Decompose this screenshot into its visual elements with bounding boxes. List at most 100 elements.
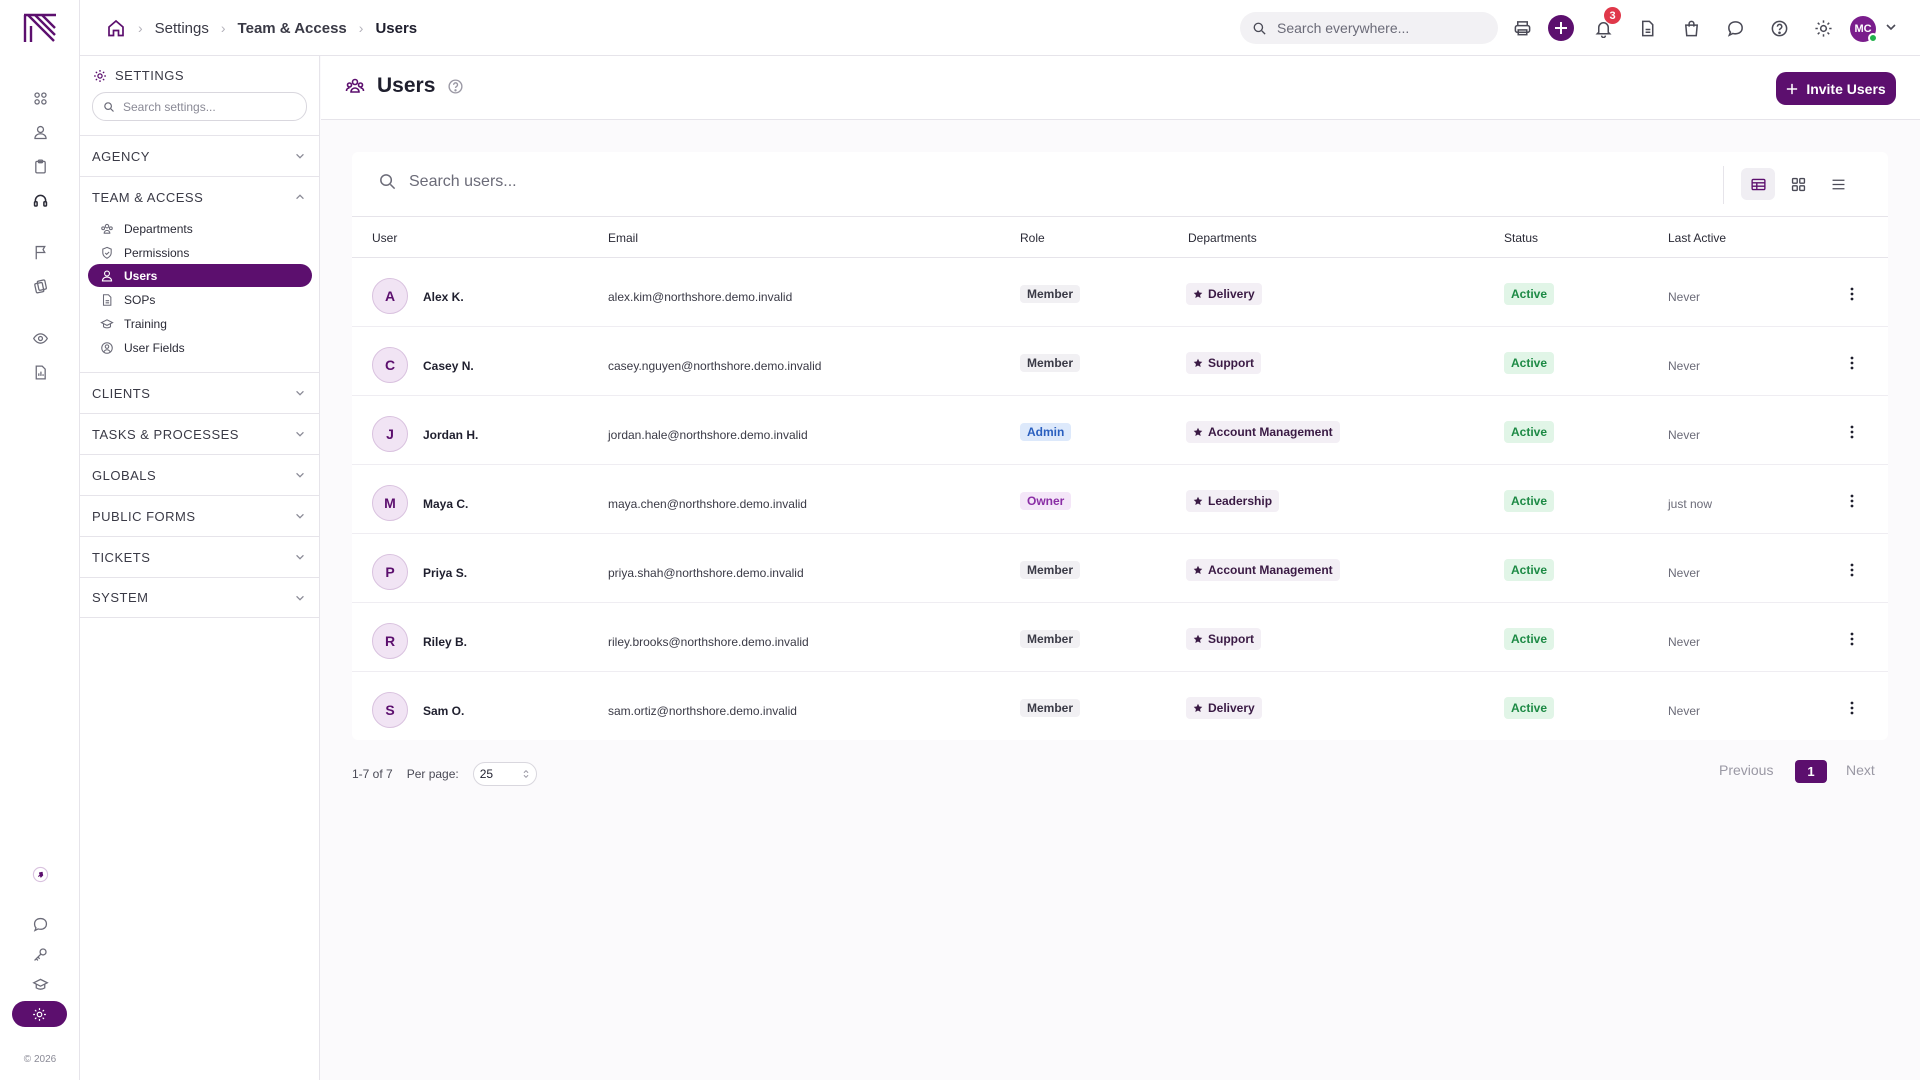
help-icon[interactable] bbox=[447, 78, 464, 95]
plus-icon bbox=[1787, 83, 1798, 94]
sidebar-item-sops[interactable]: SOPs bbox=[88, 288, 312, 311]
printer-icon[interactable] bbox=[1510, 16, 1534, 40]
more-options-icon[interactable] bbox=[1842, 627, 1862, 651]
user-name[interactable]: Priya S. bbox=[423, 566, 467, 580]
chevron-down-icon bbox=[296, 513, 304, 519]
quick-add-button[interactable] bbox=[1548, 15, 1574, 41]
grid-view-button[interactable] bbox=[1781, 168, 1815, 200]
pagination-range: 1-7 of 7 bbox=[352, 767, 393, 781]
clipboard-icon[interactable] bbox=[28, 154, 52, 178]
table-row[interactable]: J Jordan H. jordan.hale@northshore.demo.in… bbox=[352, 396, 1888, 465]
chevron-up-icon bbox=[296, 194, 304, 200]
invite-users-button[interactable]: Invite Users bbox=[1776, 72, 1896, 105]
sidebar-item-permissions[interactable]: Permissions bbox=[88, 241, 312, 264]
section-globals[interactable]: GLOBALS bbox=[80, 454, 320, 495]
section-label: TASKS & PROCESSES bbox=[92, 426, 239, 442]
sidebar-item-users[interactable]: Users bbox=[88, 264, 312, 287]
section-tickets[interactable]: TICKETS bbox=[80, 536, 320, 577]
department-label: Delivery bbox=[1208, 701, 1255, 715]
section-team-access[interactable]: TEAM & ACCESS bbox=[80, 176, 320, 217]
section-clients[interactable]: CLIENTS bbox=[80, 372, 320, 413]
document-icon[interactable] bbox=[1635, 16, 1659, 40]
more-options-icon[interactable] bbox=[1842, 351, 1862, 375]
more-options-icon[interactable] bbox=[1842, 489, 1862, 513]
sidebar-item-departments[interactable]: Departments bbox=[88, 217, 312, 240]
page-title-text: Users bbox=[377, 74, 436, 97]
column-header-departments[interactable]: Departments bbox=[1188, 231, 1257, 245]
more-options-icon[interactable] bbox=[1842, 282, 1862, 306]
table-row[interactable]: R Riley B. riley.brooks@northshore.demo.in… bbox=[352, 603, 1888, 672]
more-options-icon[interactable] bbox=[1842, 696, 1862, 720]
department-tag: Delivery bbox=[1186, 697, 1262, 719]
per-page-select[interactable]: 25 bbox=[472, 762, 537, 786]
settings-search[interactable] bbox=[92, 92, 307, 121]
section-public-forms[interactable]: PUBLIC FORMS bbox=[80, 495, 320, 536]
sort-arrows-icon bbox=[523, 769, 529, 779]
column-header-last-active[interactable]: Last Active bbox=[1668, 231, 1726, 245]
gear-icon[interactable] bbox=[1811, 16, 1835, 40]
user-avatar: C bbox=[372, 347, 408, 383]
dashboard-icon[interactable] bbox=[28, 86, 52, 110]
user-search[interactable] bbox=[378, 172, 1009, 191]
section-agency[interactable]: AGENCY bbox=[80, 135, 320, 176]
headset-icon[interactable] bbox=[28, 188, 52, 212]
previous-page-button[interactable]: Previous bbox=[1719, 762, 1773, 778]
department-tag: Account Management bbox=[1186, 559, 1340, 581]
table-row[interactable]: S Sam O. sam.ortiz@northshore.demo.invalid… bbox=[352, 672, 1888, 741]
global-search[interactable] bbox=[1240, 12, 1498, 44]
settings-nav-button[interactable] bbox=[12, 1001, 67, 1027]
rocket-icon[interactable] bbox=[28, 862, 52, 886]
table-row[interactable]: M Maya C. maya.chen@northshore.demo.invali… bbox=[352, 465, 1888, 534]
breadcrumb-team-access[interactable]: Team & Access bbox=[238, 20, 347, 37]
sidebar-item-label: Users bbox=[124, 268, 158, 283]
more-options-icon[interactable] bbox=[1842, 558, 1862, 582]
more-options-icon[interactable] bbox=[1842, 420, 1862, 444]
report-icon[interactable] bbox=[28, 360, 52, 384]
copy-icon[interactable] bbox=[28, 274, 52, 298]
section-tasks-processes[interactable]: TASKS & PROCESSES bbox=[80, 413, 320, 454]
users-icon bbox=[345, 78, 365, 93]
key-icon[interactable] bbox=[28, 942, 52, 966]
breadcrumb-settings[interactable]: Settings bbox=[155, 20, 209, 37]
last-active: Never bbox=[1668, 635, 1701, 649]
sidebar-item-user-fields[interactable]: User Fields bbox=[88, 336, 312, 359]
section-system[interactable]: SYSTEM bbox=[80, 577, 320, 618]
column-header-role[interactable]: Role bbox=[1020, 231, 1045, 245]
list-view-button[interactable] bbox=[1821, 168, 1855, 200]
app-rail: © 2026 bbox=[0, 0, 80, 1080]
column-header-status[interactable]: Status bbox=[1504, 231, 1538, 245]
column-header-user[interactable]: User bbox=[372, 231, 397, 245]
global-search-input[interactable] bbox=[1277, 20, 1477, 36]
table-row[interactable]: A Alex K. alex.kim@northshore.demo.invalid… bbox=[352, 258, 1888, 327]
table-view-button[interactable] bbox=[1741, 168, 1775, 200]
user-name[interactable]: Maya C. bbox=[423, 497, 468, 511]
user-name[interactable]: Alex K. bbox=[423, 290, 464, 304]
sidebar-item-training[interactable]: Training bbox=[88, 312, 312, 335]
help-icon[interactable] bbox=[1767, 16, 1791, 40]
people-icon[interactable] bbox=[28, 120, 52, 144]
star-icon bbox=[1193, 358, 1203, 367]
graduation-cap-icon[interactable] bbox=[28, 972, 52, 996]
settings-header: SETTINGS bbox=[93, 68, 184, 83]
chevron-down-icon[interactable] bbox=[1884, 20, 1898, 34]
user-name[interactable]: Casey N. bbox=[423, 359, 474, 373]
user-search-input[interactable] bbox=[409, 172, 1009, 191]
shopping-bag-icon[interactable] bbox=[1679, 16, 1703, 40]
column-header-email[interactable]: Email bbox=[608, 231, 638, 245]
next-page-button[interactable]: Next bbox=[1846, 762, 1875, 778]
chat-icon[interactable] bbox=[28, 912, 52, 936]
home-icon[interactable] bbox=[106, 18, 126, 38]
user-name[interactable]: Sam O. bbox=[423, 704, 464, 718]
table-row[interactable]: P Priya S. priya.shah@northshore.demo.inva… bbox=[352, 534, 1888, 603]
settings-search-input[interactable] bbox=[123, 99, 293, 114]
list-icon bbox=[1832, 179, 1844, 189]
user-name[interactable]: Jordan H. bbox=[423, 428, 478, 442]
user-name[interactable]: Riley B. bbox=[423, 635, 467, 649]
last-active: just now bbox=[1668, 497, 1713, 511]
app-logo[interactable] bbox=[22, 12, 58, 44]
table-row[interactable]: C Casey N. casey.nguyen@northshore.demo.in… bbox=[352, 327, 1888, 396]
chat-icon[interactable] bbox=[1723, 16, 1747, 40]
page-number-button[interactable]: 1 bbox=[1795, 760, 1827, 783]
flag-icon[interactable] bbox=[28, 240, 52, 264]
eye-icon[interactable] bbox=[28, 326, 52, 350]
